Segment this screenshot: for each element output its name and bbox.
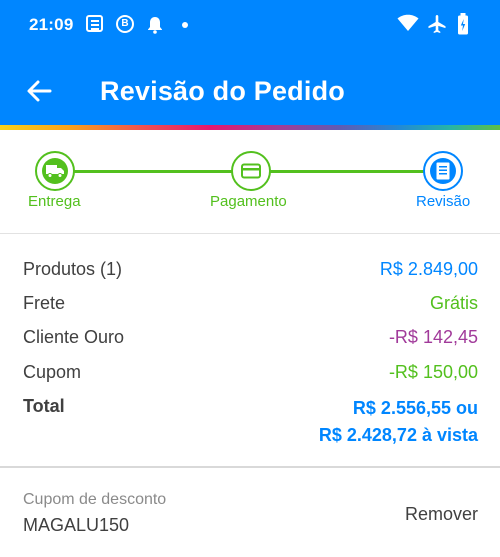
- gold-client-value: -R$ 142,45: [388, 327, 478, 347]
- coupon-label: Cupom: [23, 362, 82, 382]
- battery-icon: [457, 13, 469, 40]
- status-time: 21:09: [29, 15, 74, 34]
- total-installment-value: R$ 2.556,55 ou: [352, 398, 478, 418]
- remove-coupon-button[interactable]: Remover: [405, 504, 478, 525]
- total-value: R$ 2.556,55 ou R$ 2.428,72 à vista: [319, 395, 478, 449]
- card-icon: [241, 163, 261, 179]
- summary-row-total: Total R$ 2.556,55 ou R$ 2.428,72 à vista: [23, 396, 478, 446]
- news-icon: [86, 15, 103, 32]
- step-revisao[interactable]: [423, 151, 463, 191]
- products-label: Produtos (1): [23, 259, 123, 279]
- arrow-left-icon: [27, 80, 52, 102]
- b-icon: B: [116, 15, 134, 33]
- dot-icon: [182, 22, 188, 28]
- shipping-value: Grátis: [429, 293, 478, 313]
- summary-row-coupon: Cupom -R$ 150,00: [23, 362, 478, 392]
- receipt-icon: [436, 162, 450, 180]
- coupon-code: MAGALU150: [23, 515, 130, 535]
- app-bar: Revisão do Pedido: [0, 52, 500, 125]
- airplane-icon: [427, 14, 447, 39]
- gold-client-label: Cliente Ouro: [23, 327, 125, 347]
- back-button[interactable]: [24, 76, 54, 106]
- truck-icon: [46, 165, 64, 178]
- step-entrega[interactable]: [35, 151, 75, 191]
- summary-row-shipping: Frete Grátis: [23, 293, 478, 323]
- page-title: Revisão do Pedido: [100, 76, 345, 106]
- shipping-label: Frete: [23, 293, 66, 313]
- bell-icon: [147, 16, 163, 39]
- divider: [0, 466, 500, 468]
- summary-row-gold-client: Cliente Ouro -R$ 142,45: [23, 327, 478, 357]
- wifi-icon: [397, 14, 419, 37]
- step-label-entrega: Entrega: [28, 193, 81, 210]
- coupon-value: -R$ 150,00: [388, 362, 478, 382]
- checkout-stepper: Entrega Pagamento Revisão: [0, 130, 500, 233]
- step-pagamento[interactable]: [231, 151, 271, 191]
- total-cash-value: R$ 2.428,72 à vista: [318, 425, 478, 445]
- order-summary: Produtos (1) R$ 2.849,00 Frete Grátis Cl…: [0, 234, 500, 466]
- step-connector: [74, 170, 232, 173]
- step-label-pagamento: Pagamento: [210, 193, 287, 210]
- step-label-revisao: Revisão: [416, 193, 471, 210]
- step-connector: [270, 170, 424, 173]
- coupon-caption: Cupom de desconto: [23, 491, 167, 508]
- total-label: Total: [23, 396, 65, 416]
- summary-row-products: Produtos (1) R$ 2.849,00: [23, 259, 478, 289]
- status-bar: 21:09 B: [0, 0, 500, 52]
- products-value: R$ 2.849,00: [379, 259, 478, 279]
